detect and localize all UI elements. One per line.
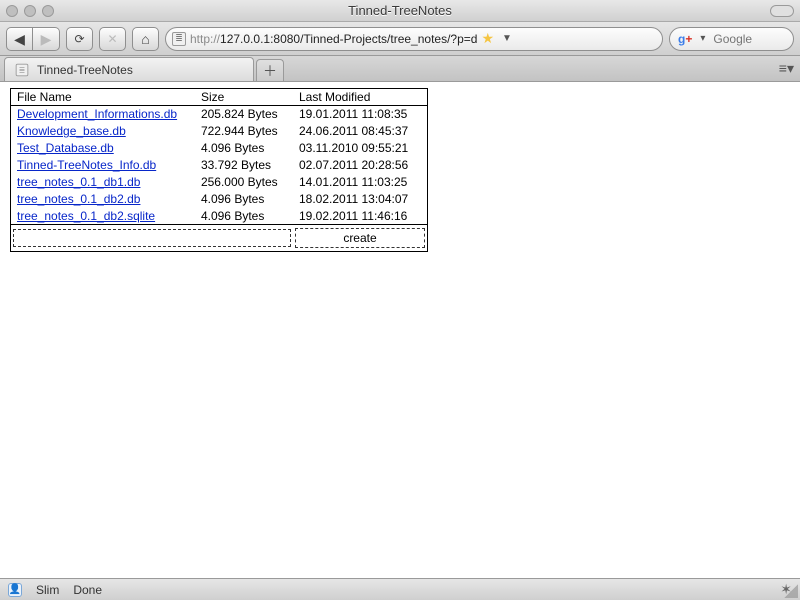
table-header-row: File Name Size Last Modified (11, 89, 428, 106)
page-content: File Name Size Last Modified Development… (0, 82, 800, 578)
file-link[interactable]: tree_notes_0.1_db2.sqlite (17, 209, 155, 223)
create-row: create (11, 225, 428, 252)
table-row: Knowledge_base.db 722.944 Bytes24.06.2011… (11, 123, 428, 140)
create-name-input[interactable] (13, 229, 291, 247)
tab-menu-icon[interactable]: ≡▾ (779, 60, 794, 77)
stop-icon: ✕ (107, 32, 117, 46)
url-text: http://127.0.0.1:8080/Tinned-Projects/tr… (190, 32, 477, 46)
file-link[interactable]: Test_Database.db (17, 141, 114, 155)
file-link[interactable]: Tinned-TreeNotes_Info.db (17, 158, 156, 172)
browser-toolbar: ◀ ▶ ⟳ ✕ ⌂ ≣ http://127.0.0.1:8080/Tinned… (0, 22, 800, 56)
table-row: Test_Database.db 4.096 Bytes03.11.2010 09… (11, 140, 428, 157)
file-size: 4.096 Bytes (195, 140, 293, 157)
url-bar[interactable]: ≣ http://127.0.0.1:8080/Tinned-Projects/… (165, 27, 663, 51)
file-link[interactable]: Knowledge_base.db (17, 124, 126, 138)
table-row: Development_Informations.db 205.824 Bytes… (11, 106, 428, 123)
status-bar: 👤 Slim Done ✶ (0, 578, 800, 600)
file-link[interactable]: Development_Informations.db (17, 107, 177, 121)
reload-button[interactable]: ⟳ (66, 27, 93, 51)
user-icon[interactable]: 👤 (8, 583, 22, 597)
file-modified: 19.01.2011 11:08:35 (293, 106, 428, 123)
file-size: 722.944 Bytes (195, 123, 293, 140)
window-resize-handle[interactable] (784, 584, 798, 598)
file-table: File Name Size Last Modified Development… (10, 88, 428, 252)
new-tab-button[interactable]: ＋ (256, 59, 284, 81)
status-state: Done (73, 583, 102, 597)
col-header-size: Size (195, 89, 293, 106)
tab-favicon: ≣ (16, 63, 29, 76)
table-row: tree_notes_0.1_db2.db 4.096 Bytes18.02.20… (11, 191, 428, 208)
arrow-left-icon: ◀ (14, 32, 25, 46)
file-size: 4.096 Bytes (195, 191, 293, 208)
col-header-modified: Last Modified (293, 89, 428, 106)
file-modified: 03.11.2010 09:55:21 (293, 140, 428, 157)
search-engine-dropdown[interactable]: ▾ (696, 33, 709, 44)
file-size: 205.824 Bytes (195, 106, 293, 123)
home-button[interactable]: ⌂ (132, 27, 159, 51)
forward-button[interactable]: ▶ (33, 27, 60, 51)
file-modified: 24.06.2011 08:45:37 (293, 123, 428, 140)
back-button[interactable]: ◀ (6, 27, 33, 51)
tab-active[interactable]: ≣ Tinned-TreeNotes (4, 57, 254, 81)
status-user: Slim (36, 583, 59, 597)
table-row: tree_notes_0.1_db2.sqlite 4.096 Bytes19.0… (11, 208, 428, 225)
table-row: Tinned-TreeNotes_Info.db 33.792 Bytes02.0… (11, 157, 428, 174)
file-size: 256.000 Bytes (195, 174, 293, 191)
table-row: tree_notes_0.1_db1.db 256.000 Bytes14.01.… (11, 174, 428, 191)
stop-button[interactable]: ✕ (99, 27, 126, 51)
file-size: 4.096 Bytes (195, 208, 293, 225)
bookmark-star-icon[interactable]: ★ (481, 30, 494, 47)
file-link[interactable]: tree_notes_0.1_db1.db (17, 175, 140, 189)
file-modified: 19.02.2011 11:46:16 (293, 208, 428, 225)
file-modified: 14.01.2011 11:03:25 (293, 174, 428, 191)
google-icon: g+ (678, 32, 692, 46)
tab-title: Tinned-TreeNotes (37, 63, 133, 77)
arrow-right-icon: ▶ (41, 32, 52, 46)
search-box[interactable]: g+ ▾ 🔍 (669, 27, 794, 51)
file-modified: 18.02.2011 13:04:07 (293, 191, 428, 208)
window-title: Tinned-TreeNotes (0, 3, 800, 18)
file-link[interactable]: tree_notes_0.1_db2.db (17, 192, 140, 206)
col-header-name: File Name (11, 89, 195, 106)
tab-strip: ≣ Tinned-TreeNotes ＋ ≡▾ (0, 56, 800, 82)
url-history-dropdown[interactable]: ▼ (498, 33, 516, 44)
file-modified: 02.07.2011 20:28:56 (293, 157, 428, 174)
search-input[interactable] (713, 32, 800, 46)
reload-icon: ⟳ (74, 32, 84, 46)
window-titlebar: Tinned-TreeNotes (0, 0, 800, 22)
home-icon: ⌂ (141, 31, 149, 47)
feed-icon[interactable]: ≣ (172, 32, 186, 46)
create-button[interactable]: create (295, 228, 425, 248)
file-size: 33.792 Bytes (195, 157, 293, 174)
nav-back-forward: ◀ ▶ (6, 27, 60, 51)
